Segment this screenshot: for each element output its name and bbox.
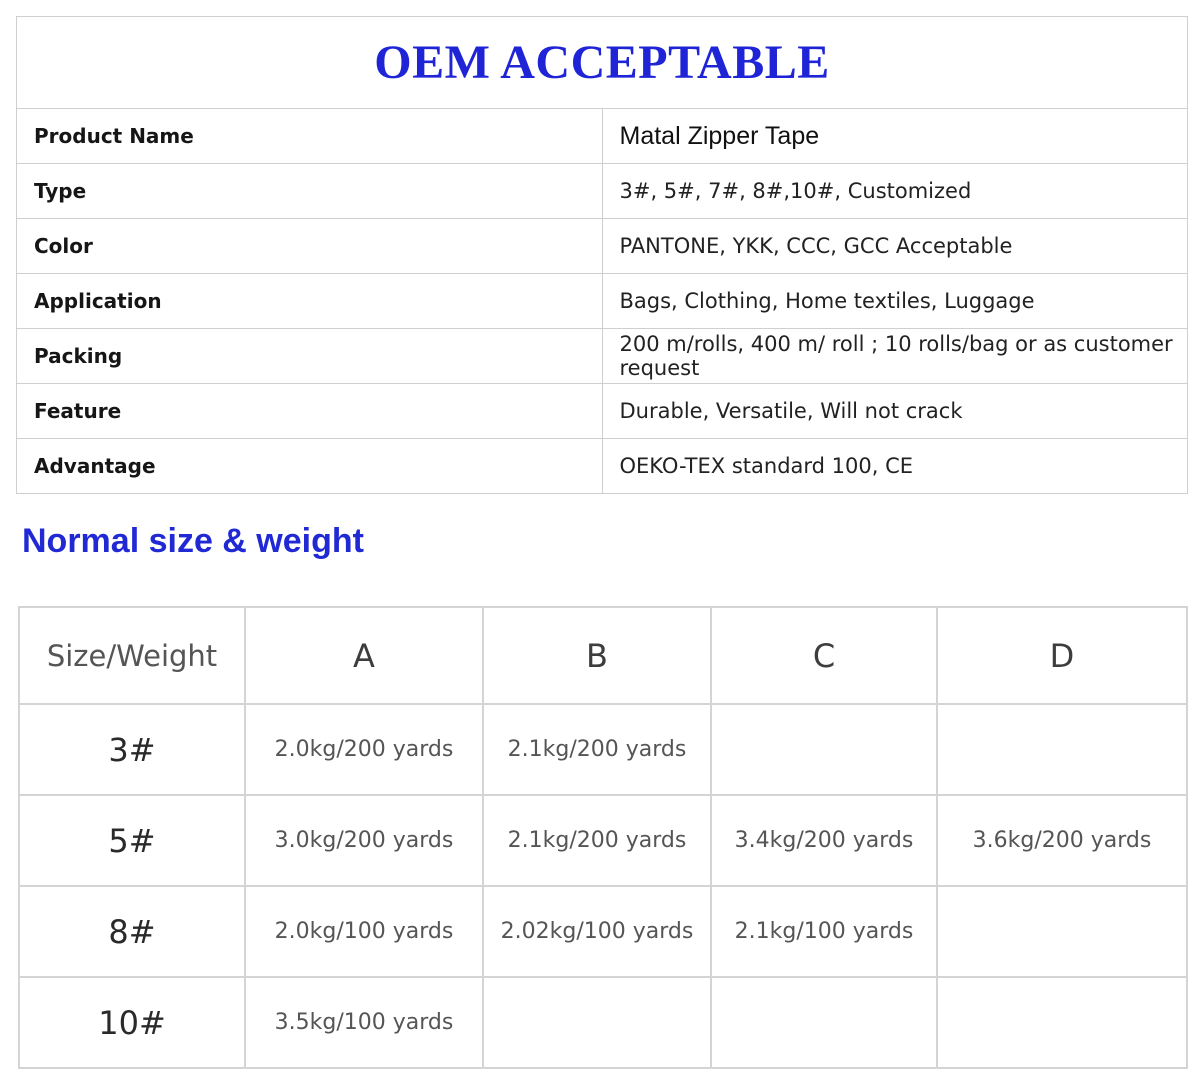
weight-cell [710, 976, 938, 1069]
spec-label: Color [16, 218, 603, 274]
spec-label: Application [16, 273, 603, 329]
spec-label: Type [16, 163, 603, 219]
weight-cell: 3.5kg/100 yards [244, 976, 484, 1069]
spec-value: PANTONE, YKK, CCC, GCC Acceptable [601, 218, 1188, 274]
size-label: 8# [18, 885, 246, 978]
spec-label: Product Name [16, 108, 603, 164]
spec-value: OEKO-TEX standard 100, CE [601, 438, 1188, 494]
size-weight-table: Size/Weight A B C D 3# 2.0kg/200 yards 2… [18, 606, 1188, 1069]
oem-acceptable-title: OEM ACCEPTABLE [16, 16, 1188, 109]
weight-cell [710, 703, 938, 796]
product-spec-table: OEM ACCEPTABLE Product Name Matal Zipper… [16, 16, 1188, 494]
spec-title-row: OEM ACCEPTABLE [16, 16, 1188, 109]
column-header-b: B [482, 606, 712, 705]
weight-cell: 2.0kg/200 yards [244, 703, 484, 796]
spec-row-color: Color PANTONE, YKK, CCC, GCC Acceptable [16, 218, 1188, 274]
weight-cell: 2.1kg/100 yards [710, 885, 938, 978]
spec-row-advantage: Advantage OEKO-TEX standard 100, CE [16, 438, 1188, 494]
spec-label: Feature [16, 383, 603, 439]
weight-cell [482, 976, 712, 1069]
column-header-c: C [710, 606, 938, 705]
spec-row-feature: Feature Durable, Versatile, Will not cra… [16, 383, 1188, 439]
spec-row-packing: Packing 200 m/rolls, 400 m/ roll ; 10 ro… [16, 328, 1188, 384]
spec-value: 3#, 5#, 7#, 8#,10#, Customized [601, 163, 1188, 219]
weight-cell: 2.1kg/200 yards [482, 794, 712, 887]
weight-cell: 2.02kg/100 yards [482, 885, 712, 978]
spec-label: Packing [16, 328, 603, 384]
table-row: 10# 3.5kg/100 yards [18, 976, 1188, 1069]
spec-value: Durable, Versatile, Will not crack [601, 383, 1188, 439]
size-label: 10# [18, 976, 246, 1069]
size-weight-header-row: Size/Weight A B C D [18, 606, 1188, 705]
spec-value: 200 m/rolls, 400 m/ roll ; 10 rolls/bag … [601, 328, 1188, 384]
weight-cell [936, 885, 1188, 978]
spec-value: Matal Zipper Tape [601, 108, 1188, 164]
size-weight-corner-header: Size/Weight [18, 606, 246, 705]
size-weight-heading: Normal size & weight [22, 522, 364, 560]
table-row: 5# 3.0kg/200 yards 2.1kg/200 yards 3.4kg… [18, 794, 1188, 887]
size-label: 5# [18, 794, 246, 887]
weight-cell: 3.4kg/200 yards [710, 794, 938, 887]
weight-cell: 3.6kg/200 yards [936, 794, 1188, 887]
weight-cell: 2.0kg/100 yards [244, 885, 484, 978]
table-row: 8# 2.0kg/100 yards 2.02kg/100 yards 2.1k… [18, 885, 1188, 978]
weight-cell: 2.1kg/200 yards [482, 703, 712, 796]
spec-value: Bags, Clothing, Home textiles, Luggage [601, 273, 1188, 329]
column-header-a: A [244, 606, 484, 705]
spec-row-type: Type 3#, 5#, 7#, 8#,10#, Customized [16, 163, 1188, 219]
weight-cell [936, 976, 1188, 1069]
size-label: 3# [18, 703, 246, 796]
table-row: 3# 2.0kg/200 yards 2.1kg/200 yards [18, 703, 1188, 796]
spec-row-product-name: Product Name Matal Zipper Tape [16, 108, 1188, 164]
spec-row-application: Application Bags, Clothing, Home textile… [16, 273, 1188, 329]
weight-cell: 3.0kg/200 yards [244, 794, 484, 887]
spec-label: Advantage [16, 438, 603, 494]
weight-cell [936, 703, 1188, 796]
column-header-d: D [936, 606, 1188, 705]
